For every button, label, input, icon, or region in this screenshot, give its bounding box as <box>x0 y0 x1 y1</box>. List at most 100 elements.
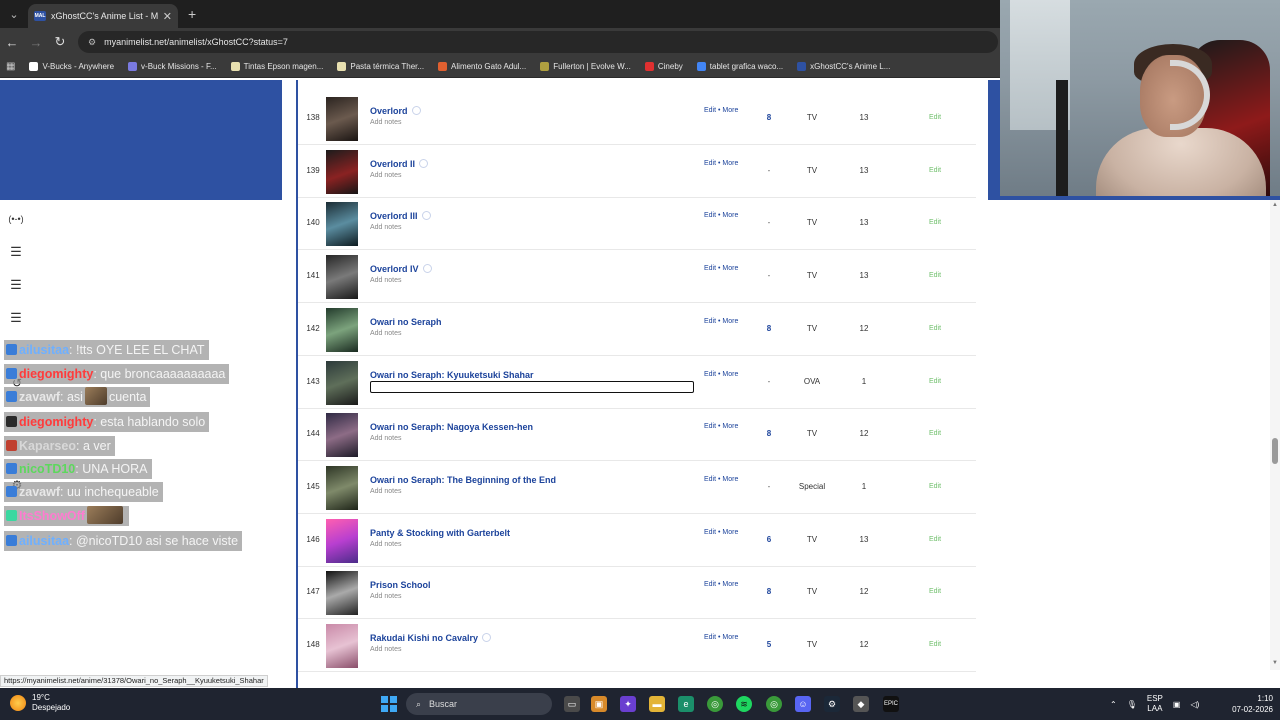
anime-cover-image[interactable] <box>326 518 358 563</box>
add-notes-link[interactable]: Add notes <box>370 224 402 231</box>
edit-link[interactable]: Edit <box>924 588 946 595</box>
language-indicator[interactable]: ESP LAA <box>1147 694 1163 714</box>
score[interactable]: 6 <box>758 535 780 544</box>
edit-more-link[interactable]: Edit • More <box>704 423 738 430</box>
anime-cover-image[interactable] <box>326 307 358 352</box>
mic-icon[interactable]: 🎙 <box>1127 700 1137 709</box>
edit-link[interactable]: Edit <box>924 641 946 648</box>
anime-cover-image[interactable] <box>326 149 358 194</box>
score[interactable]: 5 <box>758 640 780 649</box>
forward-icon[interactable]: → <box>24 35 48 50</box>
anime-cover-image[interactable] <box>326 413 358 458</box>
chrome-active-icon[interactable]: ◎ <box>766 696 782 712</box>
apps-grid-icon[interactable]: ▦ <box>6 61 15 72</box>
anime-cover-image[interactable] <box>326 255 358 300</box>
page-scrollbar[interactable] <box>1270 200 1280 670</box>
tab-active[interactable]: MAL xGhostCC's Anime List - MyAni ✕ <box>28 4 178 28</box>
score[interactable]: 8 <box>758 324 780 333</box>
file-explorer-icon[interactable]: ▬ <box>649 696 665 712</box>
info-icon[interactable] <box>411 106 421 115</box>
back-icon[interactable]: ← <box>0 35 24 50</box>
store-icon[interactable]: ▣ <box>591 696 607 712</box>
anime-cover-image[interactable] <box>326 97 358 141</box>
add-notes-link[interactable]: Add notes <box>370 277 402 284</box>
list-sort-icon[interactable]: ☰ <box>8 278 24 292</box>
bookmark-item[interactable]: xGhostCC's Anime L... <box>797 62 890 71</box>
edge-icon[interactable]: e <box>678 696 694 712</box>
anime-title-link[interactable]: Overlord IV <box>370 264 432 274</box>
tab-search-chevron-icon[interactable]: ⌄ <box>0 0 28 28</box>
bookmark-item[interactable]: Cineby <box>644 62 683 71</box>
edit-more-link[interactable]: Edit • More <box>704 318 738 325</box>
weather-widget[interactable]: 19°C Despejado <box>10 693 70 713</box>
anime-cover-image[interactable] <box>326 571 358 616</box>
anime-title-link[interactable]: Rakudai Kishi no Cavalry <box>370 633 492 643</box>
edit-link[interactable]: Edit <box>924 114 946 121</box>
score[interactable]: - <box>758 271 780 280</box>
bookmark-item[interactable]: v-Buck Missions - F... <box>128 62 217 71</box>
add-notes-link[interactable]: Add notes <box>370 435 402 442</box>
edit-more-link[interactable]: Edit • More <box>704 529 738 536</box>
list-edit-icon[interactable]: ☰ <box>8 311 24 325</box>
add-notes-link[interactable]: Add notes <box>370 330 402 337</box>
info-icon[interactable] <box>422 264 432 274</box>
anime-title-link[interactable]: Owari no Seraph: Nagoya Kessen-hen <box>370 422 533 432</box>
edit-link[interactable]: Edit <box>924 536 946 543</box>
bookmark-item[interactable]: Fullerton | Evolve W... <box>540 62 631 71</box>
anime-cover-image[interactable] <box>326 465 358 510</box>
bookmark-item[interactable]: Pasta térmica Ther... <box>337 62 424 71</box>
windows-start-icon[interactable] <box>381 696 397 712</box>
anime-title-link[interactable]: Owari no Seraph: Kyuuketsuki Shahar <box>370 370 534 380</box>
address-bar[interactable]: ⚙ myanimelist.net/animelist/xGhostCC?sta… <box>78 31 998 53</box>
add-notes-link[interactable]: Add notes <box>370 593 402 600</box>
score[interactable]: - <box>758 482 780 491</box>
add-notes-link[interactable]: Add notes <box>370 646 402 653</box>
taskbar-search[interactable]: ⌕ Buscar <box>406 693 552 715</box>
scroll-down-icon[interactable]: ▼ <box>1271 660 1279 668</box>
scroll-up-icon[interactable]: ▲ <box>1271 202 1279 210</box>
anime-title-link[interactable]: Overlord II <box>370 158 429 169</box>
copilot-icon[interactable]: ✦ <box>620 696 636 712</box>
list-add-icon[interactable]: ☰ <box>8 245 24 259</box>
info-icon[interactable] <box>419 158 429 168</box>
chrome-icon[interactable]: ◎ <box>707 696 723 712</box>
score[interactable]: - <box>758 377 780 386</box>
add-notes-link[interactable]: Add notes <box>370 119 402 126</box>
edit-link[interactable]: Edit <box>924 325 946 332</box>
discord-icon[interactable]: ☺ <box>795 696 811 712</box>
task-view-icon[interactable]: ▭ <box>564 696 580 712</box>
edit-link[interactable]: Edit <box>924 430 946 437</box>
add-notes-link[interactable]: Add notes <box>370 488 402 495</box>
anime-cover-image[interactable] <box>326 360 358 405</box>
network-icon[interactable]: ▣ <box>1173 700 1181 709</box>
site-info-icon[interactable]: ⚙ <box>88 37 96 48</box>
clock[interactable]: 1:10 07-02-2026 <box>1225 693 1273 715</box>
edit-link[interactable]: Edit <box>924 378 946 385</box>
anime-title-link[interactable]: Owari no Seraph <box>370 317 442 327</box>
score[interactable]: 8 <box>758 587 780 596</box>
anime-cover-image[interactable] <box>326 624 358 668</box>
anime-cover-image[interactable] <box>326 202 358 247</box>
edit-link[interactable]: Edit <box>924 272 946 279</box>
edit-more-link[interactable]: Edit • More <box>704 107 738 114</box>
edit-more-link[interactable]: Edit • More <box>704 212 738 219</box>
add-notes-link[interactable]: Add notes <box>370 172 402 179</box>
close-icon[interactable]: ✕ <box>163 10 172 23</box>
score[interactable]: - <box>758 166 780 175</box>
bookmark-item[interactable]: Alimento Gato Adul... <box>438 62 526 71</box>
notes-input[interactable] <box>370 380 694 393</box>
score[interactable]: 8 <box>758 429 780 438</box>
anime-title-link[interactable]: Overlord III <box>370 211 431 221</box>
edit-link[interactable]: Edit <box>924 167 946 174</box>
edit-more-link[interactable]: Edit • More <box>704 371 738 378</box>
score[interactable]: 8 <box>758 113 780 122</box>
bookmark-item[interactable]: Tintas Epson magen... <box>230 62 323 71</box>
scrollbar-thumb[interactable] <box>1272 438 1278 464</box>
reload-icon[interactable]: ↻ <box>48 34 72 50</box>
edit-more-link[interactable]: Edit • More <box>704 476 738 483</box>
edit-more-link[interactable]: Edit • More <box>704 265 738 272</box>
add-notes-link[interactable]: Add notes <box>370 541 402 548</box>
anime-title-link[interactable]: Overlord <box>370 106 421 116</box>
anime-title-link[interactable]: Owari no Seraph: The Beginning of the En… <box>370 475 556 485</box>
chevron-up-icon[interactable]: ⌃ <box>1110 700 1117 709</box>
